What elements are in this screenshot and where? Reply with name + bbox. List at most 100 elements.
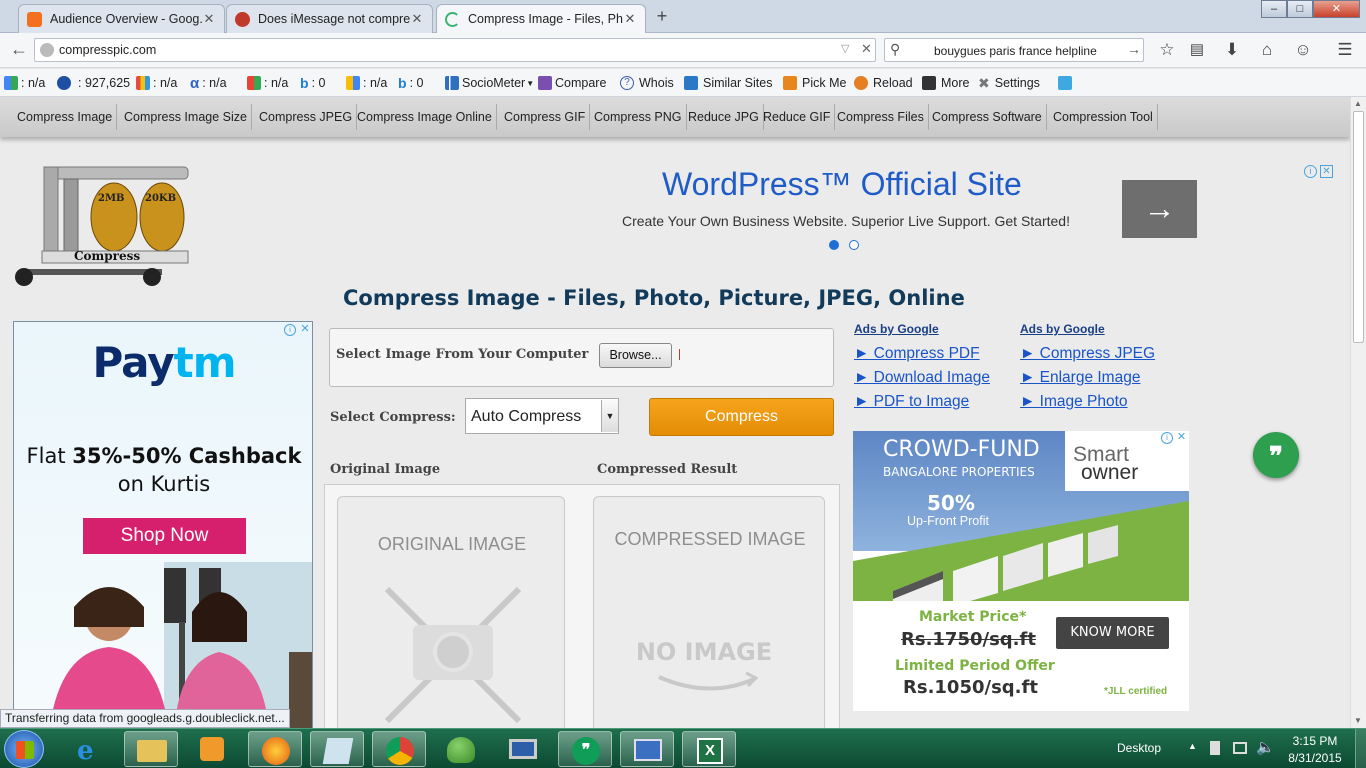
pick-me-item[interactable]: Pick Me bbox=[783, 75, 846, 91]
ad-info-icon[interactable]: i bbox=[284, 324, 296, 336]
reload-item[interactable]: Reload bbox=[854, 75, 913, 91]
desktop-toolbar-label[interactable]: Desktop bbox=[1117, 741, 1161, 755]
compress-select[interactable]: Auto Compress ▼ bbox=[465, 398, 619, 434]
clear-url-icon[interactable]: ✕ bbox=[861, 41, 872, 57]
browse-button[interactable]: Browse... bbox=[599, 343, 672, 368]
show-desktop-button[interactable] bbox=[1355, 729, 1366, 768]
floating-chat-button[interactable]: ❞ bbox=[1253, 432, 1299, 478]
more-item[interactable]: More bbox=[922, 75, 969, 91]
page-scrollbar[interactable]: ▲ ▼ bbox=[1350, 97, 1366, 728]
taskbar-remote-desktop[interactable] bbox=[620, 731, 674, 767]
menu-icon[interactable]: ☰ bbox=[1334, 40, 1356, 60]
action-center-icon[interactable] bbox=[1210, 741, 1220, 755]
ads-by-google-heading-1[interactable]: Ads by Google bbox=[854, 322, 939, 336]
bing-backlinks-item[interactable]: b: 0 bbox=[398, 75, 423, 91]
taskbar-excel[interactable]: X bbox=[682, 731, 736, 767]
taskbar-messenger[interactable] bbox=[434, 731, 488, 767]
tab-compress-image[interactable]: Compress Image - Files, Ph... ✕ bbox=[436, 4, 646, 33]
ad-info-icon[interactable]: i bbox=[1304, 165, 1317, 178]
home-icon[interactable]: ⌂ bbox=[1256, 40, 1278, 60]
chat-icon[interactable]: ☺ bbox=[1292, 40, 1314, 60]
show-hidden-icons-icon[interactable]: ▲ bbox=[1188, 741, 1197, 751]
nav-compress-software[interactable]: Compress Software bbox=[928, 104, 1047, 130]
dropdown-arrow-icon[interactable]: ▽ bbox=[841, 42, 849, 55]
search-bar[interactable]: ⚲ bouygues paris france helpline → bbox=[884, 38, 1144, 62]
nav-compress-gif[interactable]: Compress GIF bbox=[500, 104, 591, 130]
paytm-ad[interactable]: i ✕ Paytm Flat 35%-50% Cashback on Kurti… bbox=[13, 321, 313, 728]
smartowner-ad[interactable]: CROWD-FUND BANGALORE PROPERTIES Smart ow… bbox=[853, 431, 1189, 711]
compress-button[interactable]: Compress bbox=[649, 398, 834, 436]
clock-date[interactable]: 8/31/2015 bbox=[1283, 751, 1347, 765]
volume-icon[interactable]: 🔈 bbox=[1256, 738, 1275, 756]
compete-item[interactable]: : n/a bbox=[136, 75, 177, 91]
link-compress-jpeg[interactable]: ► Compress JPEG bbox=[1020, 345, 1155, 363]
taskbar-notepad[interactable] bbox=[310, 731, 364, 767]
nav-compress-png[interactable]: Compress PNG bbox=[590, 104, 687, 130]
new-tab-button[interactable]: + bbox=[652, 6, 672, 26]
ad-close-icon[interactable]: ✕ bbox=[1175, 432, 1188, 444]
taskbar-chrome[interactable] bbox=[372, 731, 426, 767]
scroll-down-icon[interactable]: ▼ bbox=[1354, 716, 1362, 725]
clock-time[interactable]: 3:15 PM bbox=[1285, 734, 1345, 748]
taskbar-firefox[interactable] bbox=[248, 731, 302, 767]
link-image-photo[interactable]: ► Image Photo bbox=[1020, 393, 1128, 411]
back-button[interactable]: ← bbox=[6, 38, 32, 62]
nav-reduce-gif[interactable]: Reduce GIF bbox=[759, 104, 836, 130]
similar-sites-item[interactable]: Similar Sites bbox=[684, 75, 772, 91]
twitter-item[interactable] bbox=[1058, 75, 1075, 91]
shop-now-button[interactable]: Shop Now bbox=[83, 518, 246, 554]
tab-audience-overview[interactable]: Audience Overview - Goog... ✕ bbox=[18, 4, 225, 33]
alpha-item[interactable]: α: n/a bbox=[190, 75, 227, 92]
bing-index-item[interactable]: b: 0 bbox=[300, 75, 325, 91]
nav-compression-tool[interactable]: Compression Tool bbox=[1049, 104, 1158, 130]
link-enlarge-image[interactable]: ► Enlarge Image bbox=[1020, 369, 1140, 387]
nav-compress-image[interactable]: Compress Image bbox=[13, 104, 118, 130]
google-backlinks-item[interactable]: : n/a bbox=[346, 75, 387, 91]
bookmarks-menu-icon[interactable]: ▤ bbox=[1186, 40, 1208, 60]
network-icon[interactable] bbox=[1233, 742, 1247, 754]
nav-compress-jpeg[interactable]: Compress JPEG bbox=[255, 104, 358, 130]
close-window-button[interactable]: ✕ bbox=[1313, 0, 1360, 18]
sociometer-item[interactable]: SocioMeter ▼ bbox=[445, 75, 534, 91]
close-tab-icon[interactable]: ✕ bbox=[623, 11, 637, 27]
google-index-item[interactable]: : n/a bbox=[247, 75, 288, 91]
nav-reduce-jpg[interactable]: Reduce JPG bbox=[684, 104, 764, 130]
scroll-up-icon[interactable]: ▲ bbox=[1354, 99, 1362, 108]
close-tab-icon[interactable]: ✕ bbox=[410, 11, 424, 27]
scroll-thumb[interactable] bbox=[1353, 111, 1364, 343]
ad-close-icon[interactable]: ✕ bbox=[1320, 165, 1333, 178]
nav-compress-image-online[interactable]: Compress Image Online bbox=[353, 104, 497, 130]
maximize-button[interactable]: □ bbox=[1287, 0, 1313, 18]
downloads-icon[interactable]: ⬇ bbox=[1221, 40, 1243, 60]
close-tab-icon[interactable]: ✕ bbox=[202, 11, 216, 27]
ad-title[interactable]: WordPress™ Official Site bbox=[662, 166, 1022, 203]
link-pdf-to-image[interactable]: ► PDF to Image bbox=[854, 393, 969, 411]
ad-info-icon[interactable]: i bbox=[1161, 432, 1173, 444]
taskbar-screen-app[interactable] bbox=[496, 731, 550, 767]
settings-item[interactable]: ✖ Settings bbox=[978, 75, 1040, 91]
ads-by-google-heading-2[interactable]: Ads by Google bbox=[1020, 322, 1105, 336]
start-button[interactable] bbox=[4, 730, 44, 768]
tab-imessage[interactable]: Does iMessage not compre... ✕ bbox=[226, 4, 433, 33]
site-logo[interactable]: 2MB 20KB Compress bbox=[12, 165, 190, 289]
compare-item[interactable]: Compare bbox=[538, 75, 606, 91]
search-input[interactable]: bouygues paris france helpline bbox=[934, 44, 1097, 58]
taskbar-media-player[interactable] bbox=[186, 731, 240, 767]
taskbar-file-explorer[interactable] bbox=[124, 731, 178, 767]
ad-arrow-button[interactable]: → bbox=[1122, 180, 1197, 238]
whois-item[interactable]: ? Whois bbox=[620, 75, 674, 91]
ad-close-icon[interactable]: ✕ bbox=[299, 324, 311, 336]
url-bar[interactable]: compresspic.com ▽ ✕ bbox=[34, 38, 876, 62]
alexa-rank-item[interactable]: : 927,625 bbox=[57, 75, 130, 91]
nav-compress-files[interactable]: Compress Files bbox=[833, 104, 929, 130]
carousel-dot[interactable] bbox=[849, 240, 859, 250]
search-go-icon[interactable]: → bbox=[1127, 41, 1141, 57]
know-more-button[interactable]: KNOW MORE bbox=[1056, 617, 1169, 649]
chevron-down-icon[interactable]: ▼ bbox=[601, 400, 618, 432]
taskbar-hangouts[interactable]: ❞ bbox=[558, 731, 612, 767]
wordpress-ad[interactable]: WordPress™ Official Site Create Your Own… bbox=[600, 162, 1340, 262]
minimize-button[interactable]: ‒ bbox=[1261, 0, 1287, 18]
carousel-dot-active[interactable] bbox=[829, 240, 839, 250]
bookmark-star-icon[interactable]: ☆ bbox=[1156, 40, 1178, 60]
google-pagerank-item[interactable]: : n/a bbox=[4, 75, 45, 91]
